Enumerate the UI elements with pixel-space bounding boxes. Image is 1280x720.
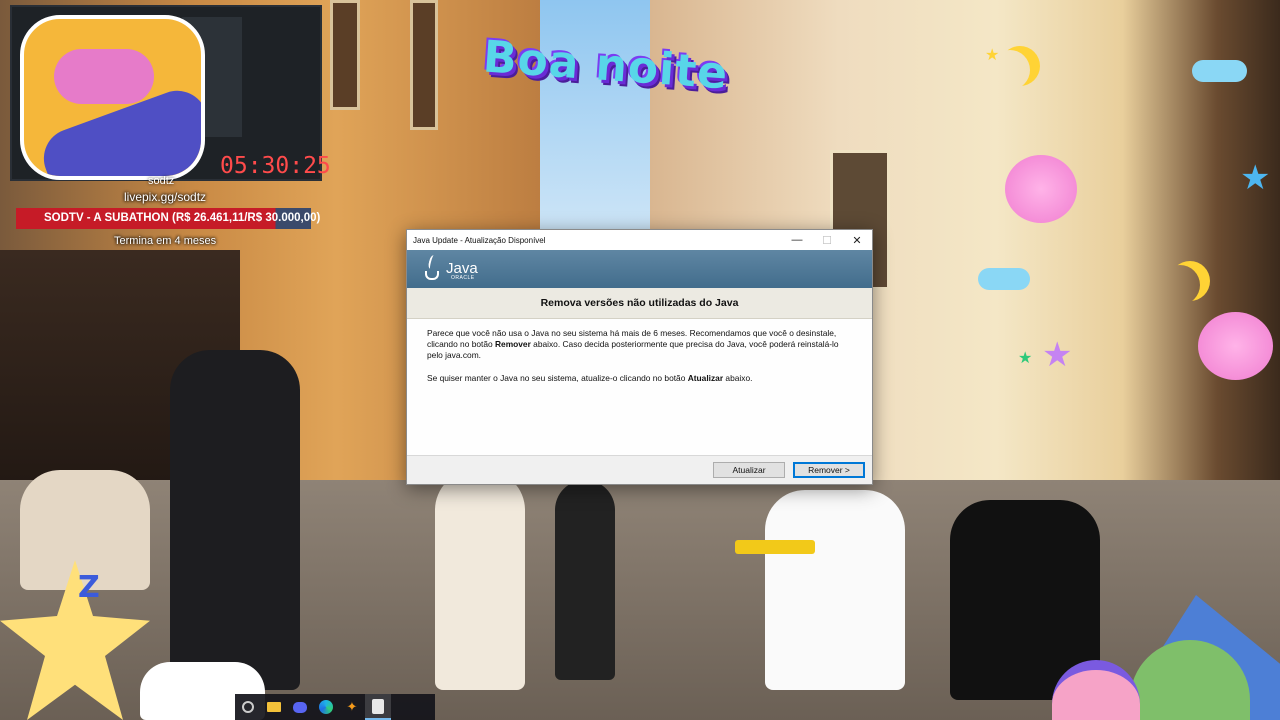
oracle-brand-name: ORACLE [451, 275, 475, 281]
channel-name: sodtz [148, 175, 175, 187]
sleeping-dog-mascot [20, 15, 205, 180]
dialog-footer: Atualizar Remover > [407, 455, 872, 484]
message-paragraph: Parece que você não usa o Java no seu si… [427, 328, 839, 360]
dialog-message: Parece que você não usa o Java no seu si… [407, 319, 872, 455]
file-explorer-icon[interactable] [261, 694, 287, 720]
java-brand-name: Java [446, 260, 478, 277]
dialog-heading: Remova versões não utilizadas do Java [407, 288, 872, 319]
sleep-z-icon: Z [78, 570, 100, 605]
subathon-label: SODTV - A SUBATHON (R$ 26.461,11/R$ 30.0… [44, 212, 321, 224]
discord-icon[interactable] [287, 694, 313, 720]
moon-icon [1160, 265, 1200, 305]
message-paragraph: Se quiser manter o Java no seu sistema, … [427, 373, 753, 383]
remove-button[interactable]: Remover > [793, 462, 865, 478]
update-keyword: Atualizar [687, 373, 724, 383]
update-button[interactable]: Atualizar [713, 462, 785, 478]
subathon-ends-in: Termina em 4 meses [114, 235, 217, 247]
building-window [330, 0, 360, 110]
livepix-link: livepix.gg/sodtz [124, 190, 207, 204]
minimize-button[interactable]: — [782, 230, 812, 250]
dialog-title: Java Update - Atualização Disponível [413, 235, 546, 245]
cloud-icon [978, 268, 1030, 290]
maximize-button: ☐ [822, 234, 832, 247]
sheep-flower-icon [1198, 312, 1273, 380]
pedestrian-figure [555, 480, 615, 680]
star-icon: ★ [1042, 336, 1073, 374]
pedestrian-figure [435, 470, 525, 690]
sheep-flower-icon [1005, 155, 1077, 223]
close-button[interactable]: ✕ [842, 230, 872, 250]
subathon-progress-bar: SODTV - A SUBATHON (R$ 26.461,11/R$ 30.0… [16, 208, 320, 229]
edge-icon[interactable] [313, 694, 339, 720]
building-window [410, 0, 438, 130]
taskbar: ✦ [235, 694, 435, 720]
java-update-dialog: Java Update - Atualização Disponível — ☐… [406, 229, 873, 485]
star-icon: ★ [1018, 350, 1033, 367]
dialog-titlebar[interactable]: Java Update - Atualização Disponível — ☐… [407, 230, 872, 250]
stream-timer: 05:30:25 [220, 153, 331, 179]
remove-keyword: Remover [494, 339, 531, 349]
cafe-table [735, 540, 815, 554]
app-icon[interactable]: ✦ [339, 694, 365, 720]
java-banner: Java ORACLE [407, 250, 872, 288]
java-icon[interactable] [365, 694, 391, 720]
java-cup-icon [423, 254, 443, 282]
cloud-icon [1192, 60, 1247, 82]
webcam-frame: 05:30:25 [10, 5, 331, 181]
seated-person [765, 490, 905, 690]
mascot-nightcap [54, 49, 154, 104]
star-icon: ★ [1240, 159, 1271, 197]
waiter-figure [170, 350, 300, 690]
star-icon: ★ [985, 47, 1000, 64]
search-icon[interactable] [235, 694, 261, 720]
